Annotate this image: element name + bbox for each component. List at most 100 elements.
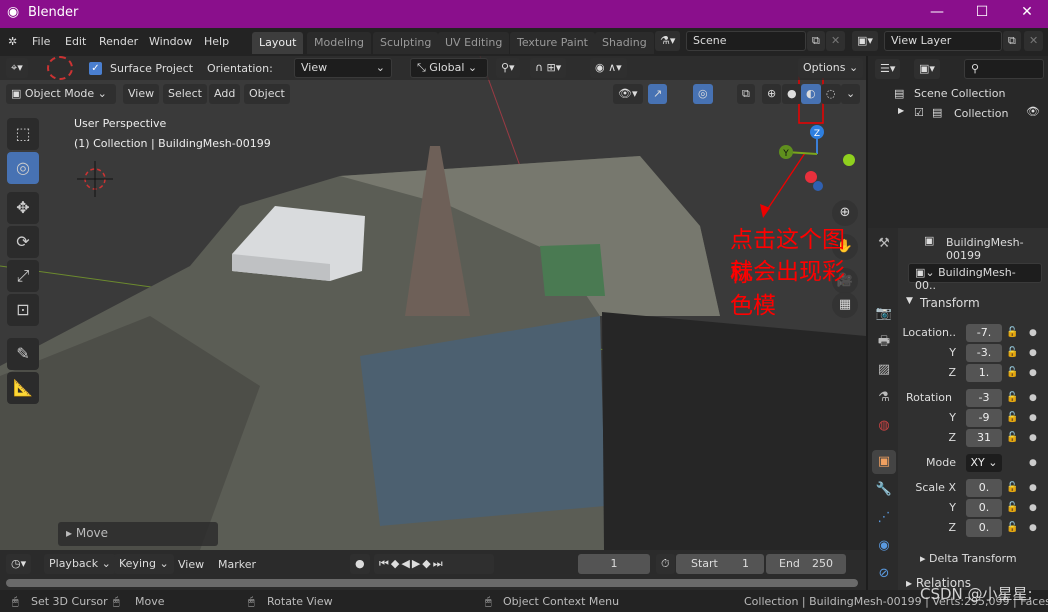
wireframe-shading-icon[interactable]: ⊕ <box>762 84 782 104</box>
view-layer-tab-icon[interactable]: ▨ <box>872 358 896 382</box>
menu-add[interactable]: Add <box>209 84 241 104</box>
keyframe-dot-icon[interactable]: ● <box>1029 433 1037 443</box>
record-button[interactable]: ● <box>350 554 370 574</box>
rotate-tool[interactable]: ⟳ <box>7 226 39 258</box>
minimize-button[interactable]: — <box>922 4 952 20</box>
editor-type-icon[interactable]: ◷▾ <box>6 554 32 574</box>
scale-x-field[interactable]: 0. <box>966 479 1002 497</box>
menu-view[interactable]: View <box>123 84 160 104</box>
tab-texture-paint[interactable]: Texture Paint <box>510 32 595 54</box>
timeline-menu-marker[interactable]: Marker <box>218 558 256 571</box>
tool-tab-icon[interactable]: ⚒ <box>872 232 896 256</box>
lock-icon[interactable]: 🔓 <box>1006 367 1018 378</box>
lock-icon[interactable]: 🔓 <box>1006 327 1018 338</box>
render-tab-icon[interactable]: 📷 <box>872 302 896 326</box>
scale-z-field[interactable]: 0. <box>966 519 1002 537</box>
lock-icon[interactable]: 🔓 <box>1006 412 1018 423</box>
timeline-menu-view[interactable]: View <box>178 558 204 571</box>
menu-object[interactable]: Object <box>244 84 290 104</box>
end-frame-field[interactable]: End 250 <box>766 554 846 574</box>
modifier-tab-icon[interactable]: 🔧 <box>872 478 896 502</box>
constraints-tab-icon[interactable]: ⊘ <box>872 562 896 586</box>
collection-checkbox[interactable]: ☑ <box>914 106 924 119</box>
tab-uv-editing[interactable]: UV Editing <box>438 32 510 54</box>
lock-icon[interactable]: 🔓 <box>1006 432 1018 443</box>
pivot-icon[interactable]: ⚲▾ <box>496 58 520 78</box>
particles-tab-icon[interactable]: ⋰ <box>872 506 896 530</box>
keyframe-dot-icon[interactable]: ● <box>1029 413 1037 423</box>
delete-scene-icon[interactable]: ✕ <box>826 31 846 51</box>
new-scene-icon[interactable]: ⧉ <box>807 31 825 51</box>
keyframe-dot-icon[interactable]: ● <box>1029 328 1037 338</box>
filter-icon[interactable]: ▣▾ <box>914 59 940 79</box>
xray-icon[interactable]: ⧉ <box>737 84 755 104</box>
location-y-field[interactable]: -3. <box>966 344 1002 362</box>
menu-keying[interactable]: Keying ⌄ <box>114 554 174 574</box>
display-mode-icon[interactable]: ☰▾ <box>875 59 901 79</box>
orientation-dropdown[interactable]: View ⌄ <box>294 58 392 78</box>
physics-tab-icon[interactable]: ◉ <box>872 534 896 558</box>
tab-shading[interactable]: Shading <box>595 32 654 54</box>
delete-view-layer-icon[interactable]: ✕ <box>1024 31 1044 51</box>
delta-transform-panel[interactable]: ▸ Delta Transform <box>920 552 1017 565</box>
overlays-icon[interactable]: ◎ <box>693 84 713 104</box>
object-name-field[interactable]: ▣⌄ BuildingMesh-00.. <box>908 263 1042 292</box>
keyframe-dot-icon[interactable]: ● <box>1029 368 1037 378</box>
outliner-search[interactable]: ⚲ <box>964 59 1044 79</box>
start-frame-field[interactable]: Start 1 <box>676 554 764 574</box>
lock-icon[interactable]: 🔓 <box>1006 392 1018 403</box>
menu-file[interactable]: File <box>32 35 50 48</box>
keyframe-dot-icon[interactable]: ● <box>1029 503 1037 513</box>
mode-dropdown[interactable]: ▣ Object Mode ⌄ <box>6 84 116 104</box>
snap-icon[interactable]: ∩ ⊞▾ <box>530 58 567 78</box>
view-layer-field[interactable]: View Layer <box>884 31 1002 51</box>
scene-collection-label[interactable]: Scene Collection <box>914 87 1005 100</box>
expand-icon[interactable]: ▶ <box>898 106 904 115</box>
scene-tab-icon[interactable]: ⚗ <box>872 386 896 410</box>
transform-pivot-icon[interactable]: ⌖▾ <box>6 58 28 78</box>
scale-tool[interactable]: ⤢ <box>7 260 39 292</box>
rotation-x-field[interactable]: -3 <box>966 389 1002 407</box>
menu-help[interactable]: Help <box>204 35 229 48</box>
measure-tool[interactable]: 📐 <box>7 372 39 404</box>
current-frame-field[interactable]: 1 <box>578 554 650 574</box>
menu-window[interactable]: Window <box>149 35 192 48</box>
lock-icon[interactable]: 🔓 <box>1006 522 1018 533</box>
menu-edit[interactable]: Edit <box>65 35 86 48</box>
rotation-y-field[interactable]: -9 <box>966 409 1002 427</box>
playback-controls[interactable]: ⏮◆◀▶◆⏭ <box>374 554 494 574</box>
world-tab-icon[interactable]: ◍ <box>872 414 896 438</box>
timeline-scrollbar[interactable] <box>6 579 858 587</box>
visibility-eye-icon[interactable]: 👁 <box>1026 105 1040 118</box>
blender-menu-icon[interactable]: ✲ <box>8 35 17 48</box>
tab-modeling[interactable]: Modeling <box>307 32 372 54</box>
tab-layout[interactable]: Layout <box>252 32 304 54</box>
keyframe-dot-icon[interactable]: ● <box>1029 348 1037 358</box>
gizmo-toggle-icon[interactable]: ↗ <box>648 84 668 104</box>
move-tool[interactable]: ✥ <box>7 192 39 224</box>
transform-tool[interactable]: ⊡ <box>7 294 39 326</box>
keyframe-dot-icon[interactable]: ● <box>1029 523 1037 533</box>
tab-sculpting[interactable]: Sculpting <box>373 32 439 54</box>
collection-label[interactable]: Collection <box>954 107 1008 120</box>
lock-icon[interactable]: 🔓 <box>1006 347 1018 358</box>
cursor-tool[interactable]: ◎ <box>7 152 39 184</box>
menu-playback[interactable]: Playback ⌄ <box>44 554 116 574</box>
material-preview-shading-icon[interactable]: ◐ <box>801 84 821 104</box>
keyframe-dot-icon[interactable]: ● <box>1029 483 1037 493</box>
menu-select[interactable]: Select <box>163 84 207 104</box>
object-tab-icon[interactable]: ▣ <box>872 450 896 474</box>
lock-icon[interactable]: 🔓 <box>1006 502 1018 513</box>
annotate-tool[interactable]: ✎ <box>7 338 39 370</box>
lock-icon[interactable]: 🔓 <box>1006 482 1018 493</box>
options-dropdown[interactable]: Options ⌄ <box>798 58 864 78</box>
surface-project-checkbox[interactable]: ✓ <box>89 62 102 75</box>
last-operator-panel[interactable]: ▸ Move <box>58 522 218 546</box>
location-z-field[interactable]: 1. <box>966 364 1002 382</box>
transform-orientation-dropdown[interactable]: ⤡ Global ⌄ <box>410 58 488 78</box>
output-tab-icon[interactable]: 🖶 <box>872 330 896 354</box>
scale-y-field[interactable]: 0. <box>966 499 1002 517</box>
scene-selector-icon[interactable]: ⚗▾ <box>655 31 681 51</box>
close-button[interactable]: ✕ <box>1012 4 1042 20</box>
new-view-layer-icon[interactable]: ⧉ <box>1003 31 1021 51</box>
